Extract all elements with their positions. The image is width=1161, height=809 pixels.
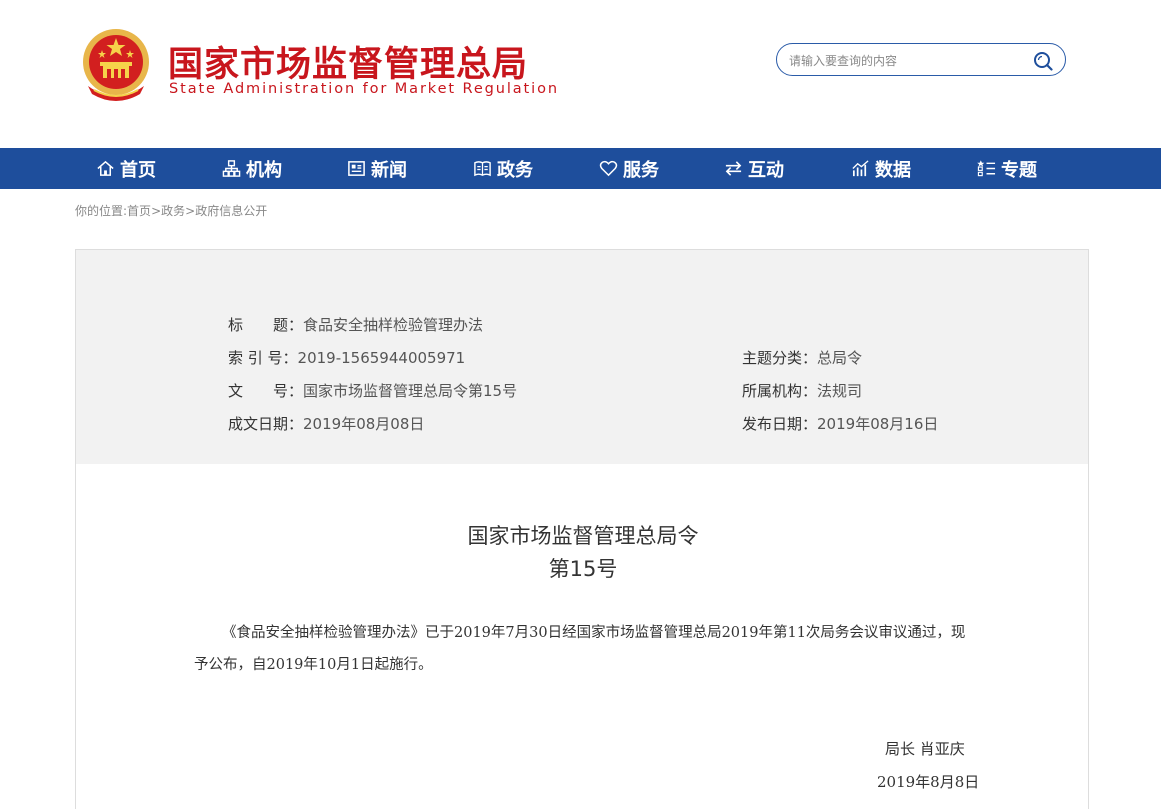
heart-icon — [599, 160, 618, 177]
affairs-icon — [474, 161, 491, 177]
breadcrumb-info-link[interactable]: 政府信息公开 — [195, 204, 267, 218]
breadcrumb-home-link[interactable]: 首页 — [127, 204, 151, 218]
meta-org-value: 法规司 — [817, 382, 863, 400]
nav-label: 互动 — [748, 159, 784, 181]
breadcrumb-prefix: 你的位置: — [75, 204, 128, 218]
document-date: 2019年8月8日 — [877, 773, 980, 791]
meta-date: 成文日期：2019年08月08日 — [228, 413, 424, 434]
meta-title-key: 标 题： — [228, 316, 304, 334]
meta-topic-key: 主题分类： — [742, 349, 818, 367]
national-emblem-icon — [83, 29, 149, 101]
meta-topic: 主题分类：总局令 — [742, 347, 862, 368]
breadcrumb-affairs-link[interactable]: 政务 — [161, 204, 185, 218]
main-nav: 首页 机构 新闻 政务 服务 互动 数据 专题 — [0, 148, 1161, 189]
nav-label: 机构 — [246, 159, 282, 181]
document-number: 第15号 — [548, 557, 618, 581]
meta-pubdate-key: 发布日期： — [742, 415, 818, 433]
breadcrumb-separator: > — [185, 204, 196, 218]
nav-item-data[interactable]: 数据 — [851, 148, 911, 189]
nav-item-org[interactable]: 机构 — [222, 148, 282, 189]
document-body: 《食品安全抽样检验管理办法》已于2019年7月30日经国家市场监督管理总局201… — [194, 625, 966, 673]
nav-item-news[interactable]: 新闻 — [347, 148, 407, 189]
document-meta: 标 题：食品安全抽样检验管理办法 索 引 号：2019-156594400597… — [75, 249, 1089, 465]
meta-date-value: 2019年08月08日 — [303, 415, 425, 433]
meta-index-key: 索 引 号： — [228, 349, 298, 367]
meta-pubdate-value: 2019年08月16日 — [817, 415, 939, 433]
document-signer: 局长 肖亚庆 — [885, 740, 965, 758]
search-box — [776, 43, 1066, 76]
site-title: 国家市场监督管理总局 — [168, 45, 529, 85]
chart-icon — [852, 160, 869, 177]
nav-item-service[interactable]: 服务 — [599, 148, 659, 189]
nav-item-topics[interactable]: 专题 — [977, 148, 1037, 189]
meta-org-key: 所属机构： — [742, 382, 818, 400]
news-icon — [348, 161, 365, 176]
org-icon — [222, 160, 241, 177]
nav-label: 新闻 — [371, 159, 407, 181]
breadcrumb-separator: > — [151, 204, 162, 218]
meta-index: 索 引 号：2019-1565944005971 — [228, 347, 465, 368]
site-header: 国家市场监督管理总局 State Administration for Mark… — [0, 0, 1161, 148]
search-input[interactable] — [787, 50, 1031, 72]
nav-label: 首页 — [120, 159, 156, 181]
meta-topic-value: 总局令 — [817, 349, 863, 367]
site-subtitle: State Administration for Market Regulati… — [169, 81, 559, 97]
nav-label: 专题 — [1001, 159, 1037, 181]
meta-date-key: 成文日期： — [228, 415, 304, 433]
nav-label: 服务 — [623, 159, 659, 181]
nav-item-affairs[interactable]: 政务 — [473, 148, 533, 189]
search-icon[interactable] — [1033, 51, 1053, 71]
meta-docno-value: 国家市场监督管理总局令第15号 — [303, 382, 518, 400]
document-title: 国家市场监督管理总局令 — [467, 524, 699, 548]
meta-title: 标 题：食品安全抽样检验管理办法 — [228, 314, 483, 335]
meta-title-value: 食品安全抽样检验管理办法 — [303, 316, 484, 334]
home-icon — [97, 160, 114, 176]
meta-docno: 文 号：国家市场监督管理总局令第15号 — [228, 380, 517, 401]
nav-item-interaction[interactable]: 互动 — [724, 148, 784, 189]
exchange-icon — [725, 161, 742, 176]
meta-index-value: 2019-1565944005971 — [297, 349, 466, 367]
nav-label: 数据 — [875, 159, 911, 181]
topics-icon — [977, 160, 996, 177]
document-content: 国家市场监督管理总局令 第15号 《食品安全抽样检验管理办法》已于2019年7月… — [75, 464, 1089, 809]
nav-item-home[interactable]: 首页 — [96, 148, 156, 189]
meta-pubdate: 发布日期：2019年08月16日 — [742, 413, 938, 434]
nav-label: 政务 — [497, 159, 533, 181]
breadcrumb: 你的位置:首页>政务>政府信息公开 — [75, 202, 267, 219]
meta-org: 所属机构：法规司 — [742, 380, 862, 401]
meta-docno-key: 文 号： — [228, 382, 304, 400]
